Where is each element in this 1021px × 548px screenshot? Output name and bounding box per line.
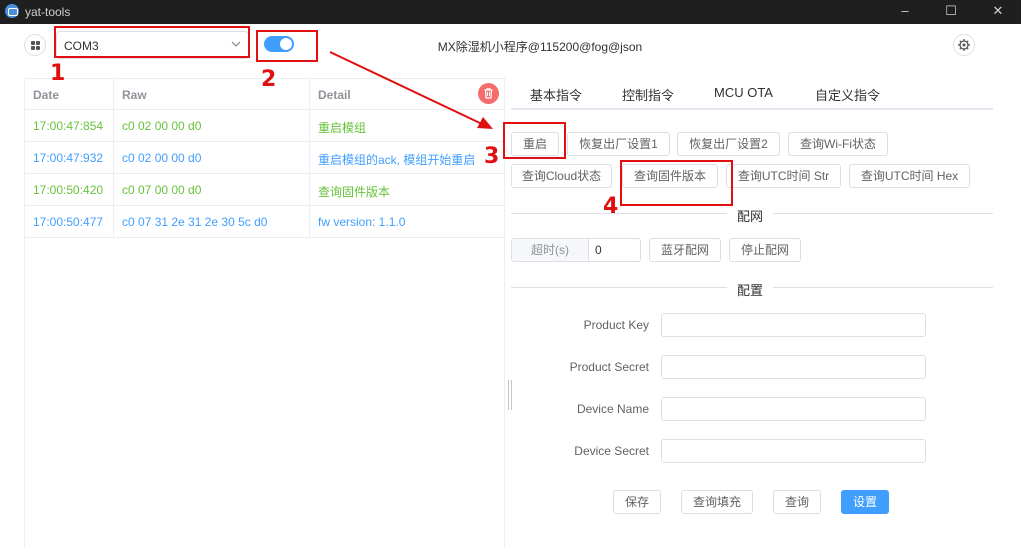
annotation-label-1: 1 (50, 61, 66, 86)
query-cloud-status-button[interactable]: 查询Cloud状态 (511, 164, 612, 188)
annotation-label-3: 3 (484, 144, 500, 169)
row-detail: 重启模组的ack, 模组开始重启 (318, 153, 476, 167)
timeout-input[interactable] (588, 238, 641, 262)
annotation-label-4: 4 (603, 194, 619, 219)
annotation-box-1 (54, 26, 250, 58)
annotation-label-2: 2 (261, 67, 277, 92)
tab-control[interactable]: 控制指令 (622, 85, 674, 104)
row-detail: 查询固件版本 (318, 185, 391, 199)
clear-log-button[interactable] (478, 83, 499, 104)
row-detail: fw version: 1.1.0 (318, 215, 406, 229)
product-key-input[interactable] (661, 313, 926, 337)
query-fill-button[interactable]: 查询填充 (681, 490, 753, 514)
set-button[interactable]: 设置 (841, 490, 889, 514)
product-secret-label: Product Secret (569, 360, 649, 374)
row-raw: c0 07 31 2e 31 2e 30 5c d0 (122, 215, 268, 229)
provision-section-title: 配网 (727, 206, 774, 225)
settings-button[interactable] (953, 34, 975, 56)
grid-icon-cell (36, 41, 40, 45)
device-name-input[interactable] (661, 397, 926, 421)
table-row[interactable]: 17:00:50:420 c0 07 00 00 d0 查询固件版本 (25, 174, 505, 206)
row-raw: c0 07 00 00 d0 (122, 183, 202, 197)
grid-icon (31, 41, 35, 45)
minimize-button[interactable]: – (882, 0, 928, 24)
product-secret-input[interactable] (661, 355, 926, 379)
row-date: 17:00:50:420 (33, 183, 104, 197)
app-icon (5, 4, 19, 18)
column-date: Date (33, 88, 60, 102)
row-date: 17:00:47:932 (33, 151, 104, 165)
query-utc-hex-button[interactable]: 查询UTC时间 Hex (849, 164, 970, 188)
row-date: 17:00:47:854 (33, 119, 104, 133)
bluetooth-provision-button[interactable]: 蓝牙配网 (649, 238, 721, 262)
save-button[interactable]: 保存 (613, 490, 661, 514)
table-row[interactable]: 17:00:50:477 c0 07 31 2e 31 2e 30 5c d0 … (25, 206, 505, 238)
grid-icon-cell (31, 46, 35, 50)
annotation-box-2 (256, 30, 318, 62)
device-name-label: Device Name (576, 402, 649, 416)
maximize-button[interactable]: ☐ (928, 0, 974, 24)
window-title: yat-tools (25, 5, 71, 19)
row-raw: c0 02 00 00 d0 (122, 151, 202, 165)
log-table: Date Raw Detail 17:00:47:854 c0 02 00 00… (24, 78, 505, 548)
timeout-label: 超时(s) (511, 238, 589, 262)
annotation-box-3 (503, 122, 566, 159)
tab-mcu-ota[interactable]: MCU OTA (714, 85, 773, 100)
device-secret-label: Device Secret (574, 444, 649, 458)
device-secret-input[interactable] (661, 439, 926, 463)
trash-icon (484, 88, 493, 99)
column-raw: Raw (122, 88, 147, 102)
factory-reset-1-button[interactable]: 恢复出厂设置1 (567, 132, 670, 156)
column-detail: Detail (318, 88, 351, 102)
table-row[interactable]: 17:00:47:932 c0 02 00 00 d0 重启模组的ack, 模组… (25, 142, 505, 174)
page-title: MX除湿机小程序@115200@fog@json (437, 40, 643, 54)
query-utc-str-button[interactable]: 查询UTC时间 Str (726, 164, 841, 188)
gear-icon (958, 39, 970, 51)
factory-reset-2-button[interactable]: 恢复出厂设置2 (677, 132, 780, 156)
close-button[interactable]: ✕ (975, 0, 1021, 24)
row-raw: c0 02 00 00 d0 (122, 119, 202, 133)
annotation-box-4 (620, 160, 733, 206)
row-date: 17:00:50:477 (33, 215, 104, 229)
query-button[interactable]: 查询 (773, 490, 821, 514)
query-wifi-status-button[interactable]: 查询Wi-Fi状态 (788, 132, 888, 156)
stop-provision-button[interactable]: 停止配网 (729, 238, 801, 262)
row-detail: 重启模组 (318, 121, 367, 135)
tab-basic[interactable]: 基本指令 (530, 85, 582, 104)
tab-custom[interactable]: 自定义指令 (815, 85, 880, 104)
title-bar: yat-tools – ☐ ✕ (0, 0, 1021, 24)
config-section-title: 配置 (727, 280, 774, 299)
product-key-label: Product Key (583, 318, 649, 332)
command-tabs: 基本指令 控制指令 MCU OTA 自定义指令 (511, 80, 993, 110)
table-row[interactable]: 17:00:47:854 c0 02 00 00 d0 重启模组 (25, 110, 505, 142)
menu-grid-button[interactable] (24, 34, 46, 56)
grid-icon-cell (36, 46, 40, 50)
